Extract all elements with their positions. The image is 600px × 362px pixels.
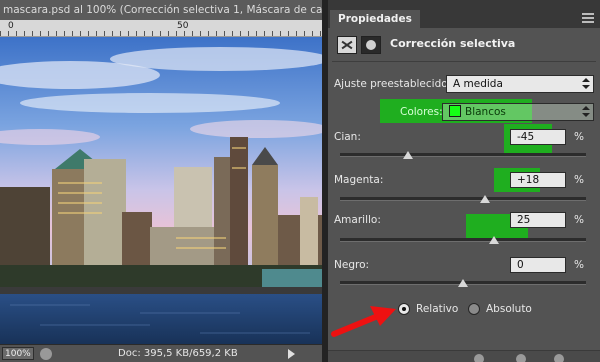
percent-sign: %: [574, 259, 584, 271]
document-size-info: Doc: 395,5 KB/659,2 KB: [118, 348, 238, 359]
horizontal-ruler: 0 50: [0, 20, 322, 37]
percent-sign: %: [574, 174, 584, 186]
ruler-ticks: [0, 31, 322, 36]
negro-value-field[interactable]: 0: [510, 257, 566, 273]
slider-label-cian: Cian:: [334, 131, 361, 143]
slider-label-magenta: Magenta:: [334, 174, 384, 186]
magenta-slider-track[interactable]: [340, 195, 586, 203]
amarillo-slider-track[interactable]: [340, 236, 586, 244]
percent-sign: %: [574, 214, 584, 226]
amarillo-slider-thumb[interactable]: [488, 236, 499, 244]
view-previous-icon[interactable]: [516, 354, 526, 362]
preset-label: Ajuste preestablecido:: [334, 78, 452, 90]
ruler-label: 0: [8, 21, 14, 31]
panel-footer: [328, 350, 600, 362]
document-status-bar: 100% Doc: 395,5 KB/659,2 KB: [0, 344, 322, 362]
divider: [332, 61, 596, 62]
panel-header: Corrección selectiva: [328, 33, 600, 61]
image-canvas[interactable]: [0, 37, 322, 344]
cian-value-field[interactable]: -45: [510, 129, 566, 145]
cian-slider-thumb[interactable]: [402, 151, 413, 159]
document-tab[interactable]: mascara.psd al 100% (Corrección selectiv…: [0, 0, 322, 20]
slider-label-negro: Negro:: [334, 259, 370, 271]
relativo-label[interactable]: Relativo: [416, 303, 458, 315]
amarillo-value-field[interactable]: 25: [510, 212, 566, 228]
tab-propiedades[interactable]: Propiedades: [330, 10, 420, 28]
absoluto-label[interactable]: Absoluto: [486, 303, 532, 315]
panel-menu-icon[interactable]: [582, 13, 594, 25]
status-menu-arrow-icon[interactable]: [288, 349, 295, 359]
zoom-level-field[interactable]: 100%: [2, 347, 34, 360]
percent-sign: %: [574, 131, 584, 143]
absoluto-radio[interactable]: [468, 303, 480, 315]
colors-select[interactable]: Blancos: [442, 103, 594, 121]
colors-label: Colores:: [400, 106, 443, 118]
panel-tab-bar: Propiedades: [328, 0, 600, 28]
preset-select[interactable]: A medida: [446, 75, 594, 93]
cian-slider-track[interactable]: [340, 151, 586, 159]
magenta-value-field[interactable]: +18: [510, 172, 566, 188]
city-skyline-photo: [0, 37, 322, 344]
ruler-label: 50: [177, 21, 189, 31]
negro-slider-track[interactable]: [340, 279, 586, 287]
preset-value: A medida: [453, 78, 503, 90]
layer-mask-icon[interactable]: [361, 36, 381, 54]
status-circle-icon[interactable]: [40, 348, 52, 360]
reset-icon[interactable]: [554, 354, 564, 362]
colors-value: Blancos: [465, 106, 506, 118]
panel-title: Corrección selectiva: [390, 37, 516, 50]
magenta-slider-thumb[interactable]: [480, 195, 491, 203]
color-swatch: [449, 105, 461, 117]
select-arrows-icon: [582, 78, 590, 90]
adjustment-icon[interactable]: [337, 36, 357, 54]
negro-slider-thumb[interactable]: [458, 279, 468, 287]
slider-label-amarillo: Amarillo:: [334, 214, 381, 226]
select-arrows-icon: [582, 106, 590, 118]
document-window: mascara.psd al 100% (Corrección selectiv…: [0, 0, 322, 362]
clip-to-layer-icon[interactable]: [474, 354, 484, 362]
relativo-radio[interactable]: [398, 303, 410, 315]
properties-panel: Propiedades Corrección selectiva Ajuste …: [328, 0, 600, 362]
method-radio-group: Relativo Absoluto: [328, 302, 600, 318]
